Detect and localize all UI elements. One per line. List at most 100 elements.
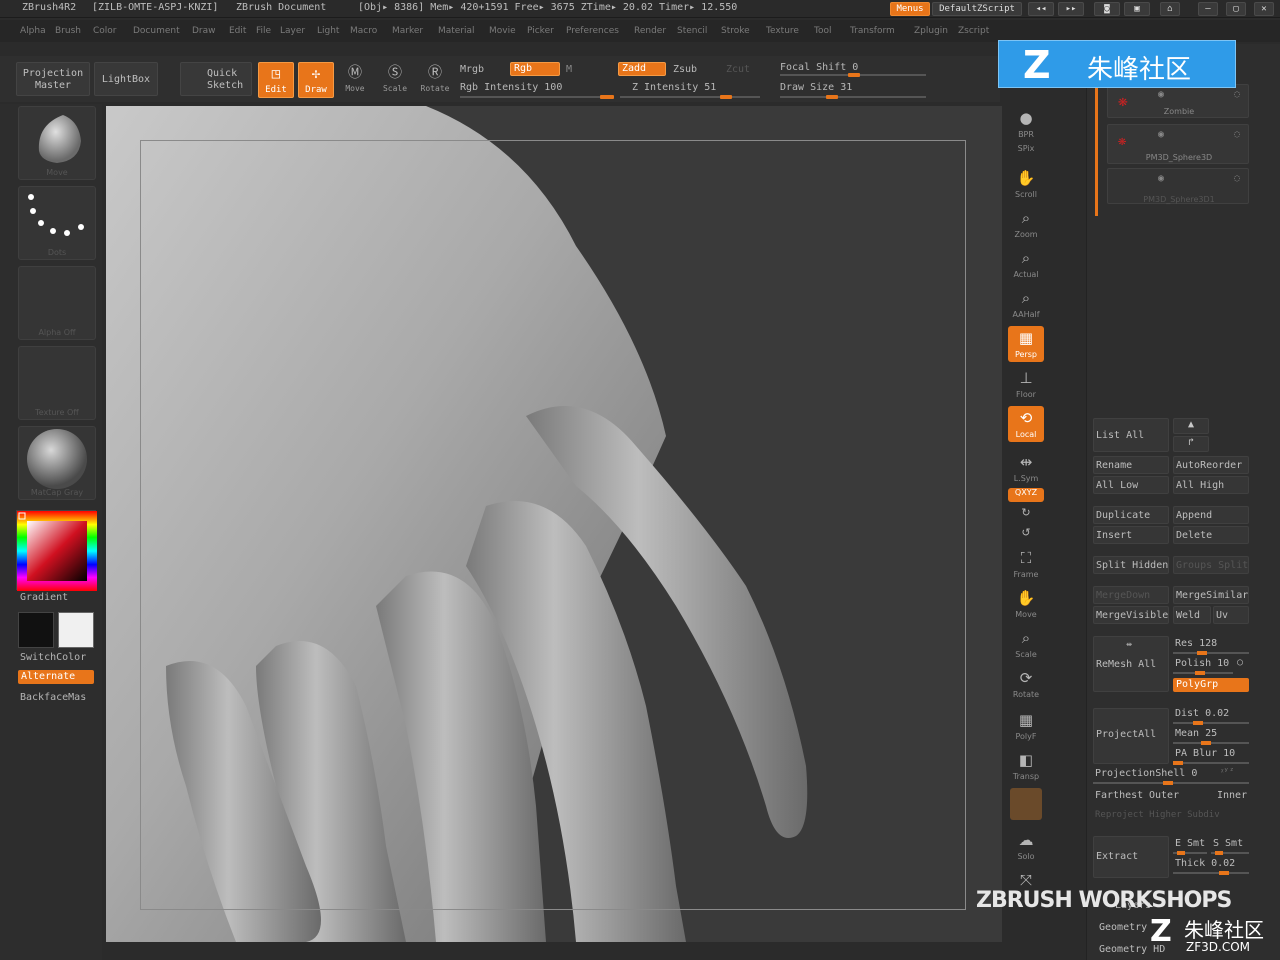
ghost-button[interactable] xyxy=(1010,788,1042,820)
draw-mode-button[interactable]: ✢ Draw xyxy=(298,62,334,98)
uv-button[interactable]: Uv xyxy=(1213,606,1249,624)
insert-button[interactable]: Insert xyxy=(1093,526,1169,544)
e-smt-slider-track[interactable] xyxy=(1173,851,1207,855)
lock-icon[interactable]: ⌂ xyxy=(1160,2,1180,16)
split-hidden-button[interactable]: Split Hidden xyxy=(1093,556,1169,574)
menu-stencil[interactable]: Stencil xyxy=(677,26,707,36)
geometry-subpalette[interactable]: Geometry xyxy=(1099,922,1147,933)
zcut-button[interactable]: Zcut xyxy=(726,64,750,75)
projectionshell-slider[interactable]: ProjectionShell 0 xyxy=(1095,768,1197,779)
layout-next-icon[interactable]: ▸▸ xyxy=(1058,2,1084,16)
draw-size-slider[interactable] xyxy=(780,96,926,98)
append-button[interactable]: Append xyxy=(1173,506,1249,524)
lightbox-button[interactable]: LightBox xyxy=(94,62,158,96)
s-smt-slider[interactable]: S Smt xyxy=(1213,838,1243,849)
mean-slider-track[interactable] xyxy=(1173,741,1249,745)
list-all-button[interactable]: List All xyxy=(1093,418,1169,452)
move-mode-button[interactable]: Ⓜ Move xyxy=(338,62,372,96)
floor-button[interactable]: ⊥ Floor xyxy=(1008,366,1044,402)
menu-edit[interactable]: Edit xyxy=(229,26,246,36)
s-smt-slider-track[interactable] xyxy=(1211,851,1249,855)
secondary-color-swatch[interactable] xyxy=(18,612,54,648)
mergevisible-button[interactable]: MergeVisible xyxy=(1093,606,1169,624)
menu-zscript[interactable]: Zscript xyxy=(958,26,989,36)
viewport-canvas[interactable] xyxy=(106,106,1002,942)
visibility-eye-icon[interactable]: ◉ xyxy=(1158,89,1164,100)
menu-picker[interactable]: Picker xyxy=(527,26,554,36)
m-button[interactable]: M xyxy=(566,64,572,75)
arrow-redo-icon[interactable]: ↱ xyxy=(1173,436,1209,452)
actual-button[interactable]: ⌕ Actual xyxy=(1008,246,1044,282)
extract-button[interactable]: Extract xyxy=(1093,836,1169,878)
delete-button[interactable]: Delete xyxy=(1173,526,1249,544)
zoom-button[interactable]: ⌕ Zoom xyxy=(1008,206,1044,242)
polygrp-toggle[interactable]: PolyGrp xyxy=(1173,678,1249,692)
autoreorder-button[interactable]: AutoReorder xyxy=(1173,456,1249,474)
aahalf-button[interactable]: ⌕ AAHalf xyxy=(1008,286,1044,322)
weld-button[interactable]: Weld xyxy=(1173,606,1211,624)
polypaint-icon[interactable]: ◌ xyxy=(1234,89,1240,100)
res-slider[interactable]: Res 128 xyxy=(1175,638,1217,649)
menu-texture[interactable]: Texture xyxy=(766,26,799,36)
persp-button[interactable]: ▦ Persp xyxy=(1008,326,1044,362)
duplicate-button[interactable]: Duplicate xyxy=(1093,506,1169,524)
rgb-intensity-label[interactable]: Rgb Intensity 100 xyxy=(460,82,562,93)
menu-document[interactable]: Document xyxy=(133,26,180,36)
menu-material[interactable]: Material xyxy=(438,26,475,36)
default-zscript-button[interactable]: DefaultZScript xyxy=(932,2,1022,16)
menu-alpha[interactable]: Alpha xyxy=(20,26,46,36)
dist-slider-track[interactable] xyxy=(1173,721,1249,725)
menu-draw[interactable]: Draw xyxy=(192,26,216,36)
rotate-z-icon[interactable]: ↺ xyxy=(1008,524,1044,542)
quick-sketch-button[interactable]: Quick Sketch xyxy=(180,62,252,96)
lsym-button[interactable]: ⇹ L.Sym xyxy=(1008,450,1044,486)
menus-button[interactable]: Menus xyxy=(890,2,930,16)
primary-color-swatch[interactable] xyxy=(58,612,94,648)
close-icon[interactable]: ✕ xyxy=(1254,2,1274,16)
material-thumbnail[interactable]: MatCap Gray xyxy=(18,426,96,500)
subtool-item-3[interactable]: ◉ ◌ PM3D_Sphere3D1 xyxy=(1107,168,1249,204)
pa-blur-slider[interactable]: PA Blur 10 xyxy=(1175,748,1235,759)
color-picker[interactable] xyxy=(16,510,97,591)
mrgb-button[interactable]: Mrgb xyxy=(460,64,484,75)
thick-slider-track[interactable] xyxy=(1173,871,1249,875)
alternate-button[interactable]: Alternate xyxy=(18,670,94,684)
alpha-thumbnail[interactable]: Alpha Off xyxy=(18,266,96,340)
mean-slider[interactable]: Mean 25 xyxy=(1175,728,1217,739)
menu-render[interactable]: Render xyxy=(634,26,666,36)
menu-light[interactable]: Light xyxy=(317,26,339,36)
save-icon[interactable]: ▣ xyxy=(1124,2,1150,16)
all-low-button[interactable]: All Low xyxy=(1093,476,1169,494)
inner-button[interactable]: Inner xyxy=(1217,790,1247,801)
visibility-eye-icon[interactable]: ◉ xyxy=(1158,173,1164,184)
backfacemask-button[interactable]: BackfaceMas xyxy=(20,692,86,703)
subtool-item-2[interactable]: ❋ ◉ ◌ PM3D_Sphere3D xyxy=(1107,124,1249,164)
camera-icon[interactable]: ◙ xyxy=(1094,2,1120,16)
bpr-button[interactable]: ● BPR xyxy=(1008,106,1044,142)
transp-button[interactable]: ◧ Transp xyxy=(1008,748,1044,784)
stroke-thumbnail[interactable]: Dots xyxy=(18,186,96,260)
rotate-mode-button[interactable]: Ⓡ Rotate xyxy=(418,62,452,96)
z-intensity-slider[interactable] xyxy=(620,96,760,98)
projectionshell-slider-track[interactable] xyxy=(1093,781,1249,785)
minimize-icon[interactable]: – xyxy=(1198,2,1218,16)
menu-macro[interactable]: Macro xyxy=(350,26,377,36)
frame-button[interactable]: ⛶ Frame xyxy=(1008,546,1044,582)
scroll-button[interactable]: ✋ Scroll xyxy=(1008,166,1044,202)
draw-size-label[interactable]: Draw Size 31 xyxy=(780,82,852,93)
rename-button[interactable]: Rename xyxy=(1093,456,1169,474)
pa-blur-slider-track[interactable] xyxy=(1173,761,1249,765)
xyz-button[interactable]: QXYZ xyxy=(1008,488,1044,502)
subtool-item-1[interactable]: ❋ ◉ ◌ Zombie xyxy=(1107,84,1249,118)
z-intensity-label[interactable]: Z Intensity 51 xyxy=(632,82,716,93)
menu-file[interactable]: File xyxy=(256,26,271,36)
zadd-button[interactable]: Zadd xyxy=(618,62,666,76)
edit-mode-button[interactable]: ◳ Edit xyxy=(258,62,294,98)
polish-circle-icon[interactable]: ○ xyxy=(1237,657,1243,668)
maximize-icon[interactable]: ▢ xyxy=(1226,2,1246,16)
menu-stroke[interactable]: Stroke xyxy=(721,26,750,36)
texture-thumbnail[interactable]: Texture Off xyxy=(18,346,96,420)
polypaint-icon[interactable]: ◌ xyxy=(1234,173,1240,184)
focal-shift-label[interactable]: Focal Shift 0 xyxy=(780,62,858,73)
polypaint-icon[interactable]: ◌ xyxy=(1234,129,1240,140)
